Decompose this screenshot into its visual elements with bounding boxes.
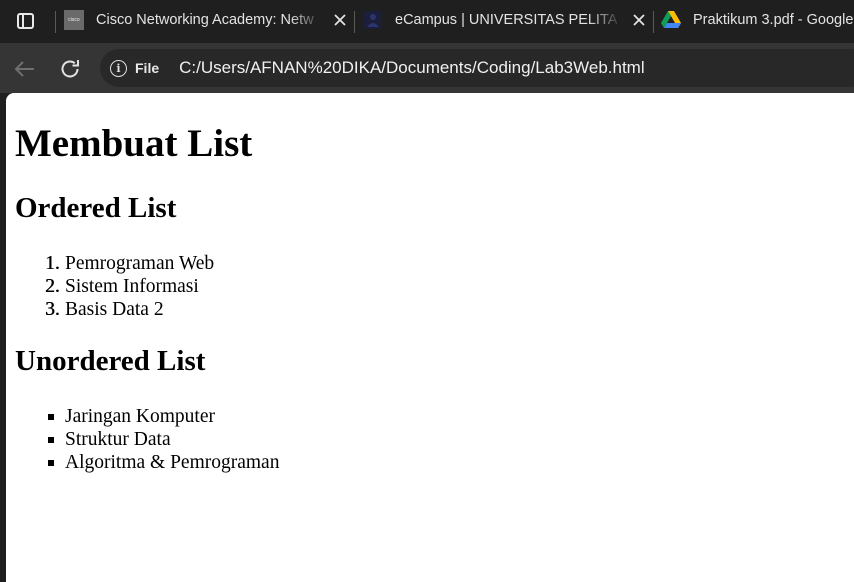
square-bullet-icon — [48, 437, 54, 443]
tab-ecampus[interactable]: eCampus | UNIVERSITAS PELITA B — [363, 0, 649, 40]
list-marker: 3. — [45, 299, 60, 320]
arrow-left-icon — [14, 61, 34, 77]
tab-search-button[interactable] — [8, 6, 42, 36]
site-info-button[interactable]: i File — [110, 54, 159, 82]
browser-toolbar: i File C:/Users/AFNAN%20DIKA/Documents/C… — [0, 43, 854, 93]
list-item-text: Basis Data 2 — [65, 299, 164, 320]
list-marker: 1. — [45, 253, 60, 274]
tab-praktikum[interactable]: Praktikum 3.pdf - Google — [661, 0, 854, 40]
list-item-text: Pemrograman Web — [65, 253, 215, 274]
list-item-text: Jaringan Komputer — [65, 406, 216, 427]
site-info-chip: File — [135, 60, 160, 76]
cisco-icon: cisco — [64, 10, 84, 30]
list-item: 2.Sistem Informasi — [45, 275, 214, 298]
tab-title: eCampus | UNIVERSITAS PELITA B — [395, 12, 623, 28]
tab-title: Cisco Networking Academy: Netw — [96, 12, 314, 28]
tab-separator — [55, 11, 56, 33]
list-marker: 2. — [45, 276, 60, 297]
list-item: 1.Pemrograman Web — [45, 252, 215, 275]
unordered-list: Jaringan Komputer Struktur Data Algoritm… — [48, 405, 280, 474]
back-button[interactable] — [9, 54, 39, 84]
tab-actions-icon — [16, 13, 34, 29]
list-item-text: Sistem Informasi — [65, 276, 199, 297]
tab-strip: cisco Cisco Networking Academy: Netw eCa… — [0, 0, 854, 43]
tab-cisco[interactable]: cisco Cisco Networking Academy: Netw — [64, 0, 350, 40]
google-drive-icon — [661, 10, 681, 30]
tab-separator — [354, 11, 355, 33]
ordered-list: 1.Pemrograman Web 2.Sistem Informasi 3.B… — [45, 252, 215, 321]
close-tab-icon[interactable] — [330, 10, 350, 30]
tab-title: Praktikum 3.pdf - Google — [693, 12, 854, 28]
list-item: 3.Basis Data 2 — [45, 298, 214, 321]
square-bullet-icon — [48, 414, 54, 420]
close-tab-icon[interactable] — [629, 10, 649, 30]
page-title: Membuat List — [15, 122, 253, 165]
unordered-list-heading: Unordered List — [15, 345, 206, 377]
url-text[interactable]: C:/Users/AFNAN%20DIKA/Documents/Coding/L… — [179, 58, 644, 78]
list-item: Algoritma & Pemrograman — [48, 451, 280, 474]
info-icon: i — [110, 59, 127, 77]
list-item-text: Algoritma & Pemrograman — [65, 452, 280, 473]
list-item: Struktur Data — [48, 428, 279, 451]
page-viewport: Membuat List Ordered List 1.Pemrograman … — [6, 93, 854, 582]
list-item-text: Struktur Data — [65, 429, 171, 450]
ecampus-icon — [363, 10, 383, 30]
tab-separator — [653, 11, 654, 33]
address-bar[interactable]: i File C:/Users/AFNAN%20DIKA/Documents/C… — [100, 49, 854, 87]
ordered-list-heading: Ordered List — [15, 192, 177, 224]
list-item: Jaringan Komputer — [48, 405, 279, 428]
reload-icon — [61, 60, 79, 78]
square-bullet-icon — [48, 460, 54, 466]
reload-button[interactable] — [55, 54, 85, 84]
